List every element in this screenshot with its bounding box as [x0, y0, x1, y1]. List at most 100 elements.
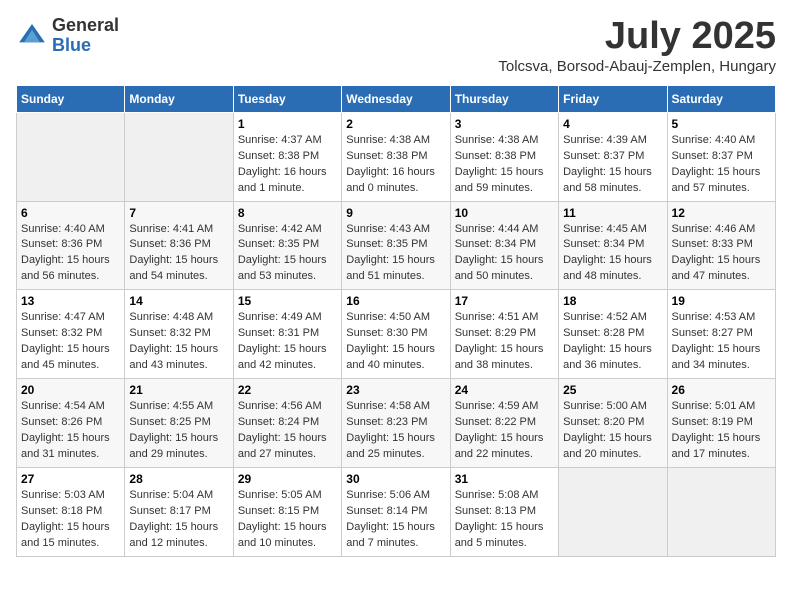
day-number: 6	[21, 206, 120, 220]
calendar-cell	[559, 467, 667, 556]
day-info: Sunrise: 4:38 AM Sunset: 8:38 PM Dayligh…	[455, 133, 554, 197]
day-number: 9	[346, 206, 445, 220]
day-info: Sunrise: 5:06 AM Sunset: 8:14 PM Dayligh…	[346, 488, 445, 552]
day-info: Sunrise: 4:48 AM Sunset: 8:32 PM Dayligh…	[129, 310, 228, 374]
day-info: Sunrise: 4:44 AM Sunset: 8:34 PM Dayligh…	[455, 222, 554, 286]
calendar-week-row: 20 Sunrise: 4:54 AM Sunset: 8:26 PM Dayli…	[17, 379, 776, 468]
day-info: Sunrise: 4:56 AM Sunset: 8:24 PM Dayligh…	[238, 399, 337, 463]
day-info: Sunrise: 4:51 AM Sunset: 8:29 PM Dayligh…	[455, 310, 554, 374]
month-title: July 2025	[498, 16, 776, 58]
weekday-header: Monday	[125, 85, 233, 112]
calendar-cell: 28Sunrise: 5:04 AM Sunset: 8:17 PM Dayli…	[125, 467, 233, 556]
day-info: Sunrise: 4:46 AM Sunset: 8:33 PM Dayligh…	[672, 222, 771, 286]
calendar-cell: 2 Sunrise: 4:38 AM Sunset: 8:38 PM Daylig…	[342, 112, 450, 201]
calendar-cell	[125, 112, 233, 201]
logo-general-text: General	[52, 16, 119, 36]
calendar-cell: 9Sunrise: 4:43 AM Sunset: 8:35 PM Daylig…	[342, 201, 450, 290]
day-info: Sunrise: 5:00 AM Sunset: 8:20 PM Dayligh…	[563, 399, 662, 463]
day-info: Sunrise: 4:40 AM Sunset: 8:36 PM Dayligh…	[21, 222, 120, 286]
calendar-cell: 17 Sunrise: 4:51 AM Sunset: 8:29 PM Dayli…	[450, 290, 558, 379]
day-info: Sunrise: 4:50 AM Sunset: 8:30 PM Dayligh…	[346, 310, 445, 374]
weekday-header: Sunday	[17, 85, 125, 112]
day-number: 27	[21, 472, 120, 486]
day-number: 25	[563, 383, 662, 397]
calendar-cell: 26 Sunrise: 5:01 AM Sunset: 8:19 PM Dayli…	[667, 379, 775, 468]
day-number: 19	[672, 294, 771, 308]
day-number: 15	[238, 294, 337, 308]
calendar-cell: 8 Sunrise: 4:42 AM Sunset: 8:35 PM Daylig…	[233, 201, 341, 290]
calendar-table: SundayMondayTuesdayWednesdayThursdayFrid…	[16, 85, 776, 557]
logo-icon	[16, 20, 48, 52]
weekday-header: Tuesday	[233, 85, 341, 112]
day-number: 28	[129, 472, 228, 486]
day-info: Sunrise: 4:45 AM Sunset: 8:34 PM Dayligh…	[563, 222, 662, 286]
day-number: 16	[346, 294, 445, 308]
day-info: Sunrise: 4:42 AM Sunset: 8:35 PM Dayligh…	[238, 222, 337, 286]
logo-blue-text: Blue	[52, 36, 119, 56]
calendar-week-row: 6 Sunrise: 4:40 AM Sunset: 8:36 PM Daylig…	[17, 201, 776, 290]
day-info: Sunrise: 4:58 AM Sunset: 8:23 PM Dayligh…	[346, 399, 445, 463]
day-number: 11	[563, 206, 662, 220]
day-number: 12	[672, 206, 771, 220]
calendar-cell: 24Sunrise: 4:59 AM Sunset: 8:22 PM Dayli…	[450, 379, 558, 468]
day-info: Sunrise: 4:40 AM Sunset: 8:37 PM Dayligh…	[672, 133, 771, 197]
day-info: Sunrise: 4:47 AM Sunset: 8:32 PM Dayligh…	[21, 310, 120, 374]
calendar-cell	[667, 467, 775, 556]
calendar-cell: 30 Sunrise: 5:06 AM Sunset: 8:14 PM Dayli…	[342, 467, 450, 556]
weekday-header: Saturday	[667, 85, 775, 112]
day-info: Sunrise: 4:59 AM Sunset: 8:22 PM Dayligh…	[455, 399, 554, 463]
logo: General Blue	[16, 16, 119, 56]
calendar-cell: 29 Sunrise: 5:05 AM Sunset: 8:15 PM Dayli…	[233, 467, 341, 556]
day-number: 30	[346, 472, 445, 486]
calendar-cell: 16 Sunrise: 4:50 AM Sunset: 8:30 PM Dayli…	[342, 290, 450, 379]
day-number: 3	[455, 117, 554, 131]
calendar-cell: 5 Sunrise: 4:40 AM Sunset: 8:37 PM Daylig…	[667, 112, 775, 201]
calendar-cell: 3 Sunrise: 4:38 AM Sunset: 8:38 PM Daylig…	[450, 112, 558, 201]
day-info: Sunrise: 5:01 AM Sunset: 8:19 PM Dayligh…	[672, 399, 771, 463]
day-number: 5	[672, 117, 771, 131]
day-info: Sunrise: 4:39 AM Sunset: 8:37 PM Dayligh…	[563, 133, 662, 197]
calendar-cell: 1Sunrise: 4:37 AM Sunset: 8:38 PM Daylig…	[233, 112, 341, 201]
day-number: 26	[672, 383, 771, 397]
day-number: 20	[21, 383, 120, 397]
calendar-body: 1Sunrise: 4:37 AM Sunset: 8:38 PM Daylig…	[17, 112, 776, 556]
calendar-cell: 21 Sunrise: 4:55 AM Sunset: 8:25 PM Dayli…	[125, 379, 233, 468]
calendar-cell: 27Sunrise: 5:03 AM Sunset: 8:18 PM Dayli…	[17, 467, 125, 556]
location-title: Tolcsva, Borsod-Abauj-Zemplen, Hungary	[498, 58, 776, 75]
calendar-week-row: 13 Sunrise: 4:47 AM Sunset: 8:32 PM Dayli…	[17, 290, 776, 379]
day-info: Sunrise: 4:54 AM Sunset: 8:26 PM Dayligh…	[21, 399, 120, 463]
day-number: 22	[238, 383, 337, 397]
calendar-cell: 12 Sunrise: 4:46 AM Sunset: 8:33 PM Dayli…	[667, 201, 775, 290]
page-header: General Blue July 2025 Tolcsva, Borsod-A…	[16, 16, 776, 75]
calendar-cell: 15 Sunrise: 4:49 AM Sunset: 8:31 PM Dayli…	[233, 290, 341, 379]
day-info: Sunrise: 4:49 AM Sunset: 8:31 PM Dayligh…	[238, 310, 337, 374]
day-number: 2	[346, 117, 445, 131]
day-number: 10	[455, 206, 554, 220]
day-info: Sunrise: 5:08 AM Sunset: 8:13 PM Dayligh…	[455, 488, 554, 552]
weekday-header: Wednesday	[342, 85, 450, 112]
calendar-week-row: 1Sunrise: 4:37 AM Sunset: 8:38 PM Daylig…	[17, 112, 776, 201]
calendar-cell: 22 Sunrise: 4:56 AM Sunset: 8:24 PM Dayli…	[233, 379, 341, 468]
day-info: Sunrise: 4:53 AM Sunset: 8:27 PM Dayligh…	[672, 310, 771, 374]
calendar-cell	[17, 112, 125, 201]
title-block: July 2025 Tolcsva, Borsod-Abauj-Zemplen,…	[498, 16, 776, 75]
calendar-cell: 23Sunrise: 4:58 AM Sunset: 8:23 PM Dayli…	[342, 379, 450, 468]
day-number: 31	[455, 472, 554, 486]
day-number: 1	[238, 117, 337, 131]
day-number: 17	[455, 294, 554, 308]
calendar-cell: 13 Sunrise: 4:47 AM Sunset: 8:32 PM Dayli…	[17, 290, 125, 379]
calendar-week-row: 27Sunrise: 5:03 AM Sunset: 8:18 PM Dayli…	[17, 467, 776, 556]
calendar-cell: 19 Sunrise: 4:53 AM Sunset: 8:27 PM Dayli…	[667, 290, 775, 379]
day-number: 7	[129, 206, 228, 220]
day-number: 29	[238, 472, 337, 486]
weekday-header: Thursday	[450, 85, 558, 112]
day-info: Sunrise: 4:38 AM Sunset: 8:38 PM Dayligh…	[346, 133, 445, 197]
calendar-cell: 6 Sunrise: 4:40 AM Sunset: 8:36 PM Daylig…	[17, 201, 125, 290]
day-info: Sunrise: 5:05 AM Sunset: 8:15 PM Dayligh…	[238, 488, 337, 552]
day-number: 21	[129, 383, 228, 397]
day-info: Sunrise: 4:55 AM Sunset: 8:25 PM Dayligh…	[129, 399, 228, 463]
calendar-cell: 7Sunrise: 4:41 AM Sunset: 8:36 PM Daylig…	[125, 201, 233, 290]
day-number: 13	[21, 294, 120, 308]
day-number: 8	[238, 206, 337, 220]
weekday-header: Friday	[559, 85, 667, 112]
